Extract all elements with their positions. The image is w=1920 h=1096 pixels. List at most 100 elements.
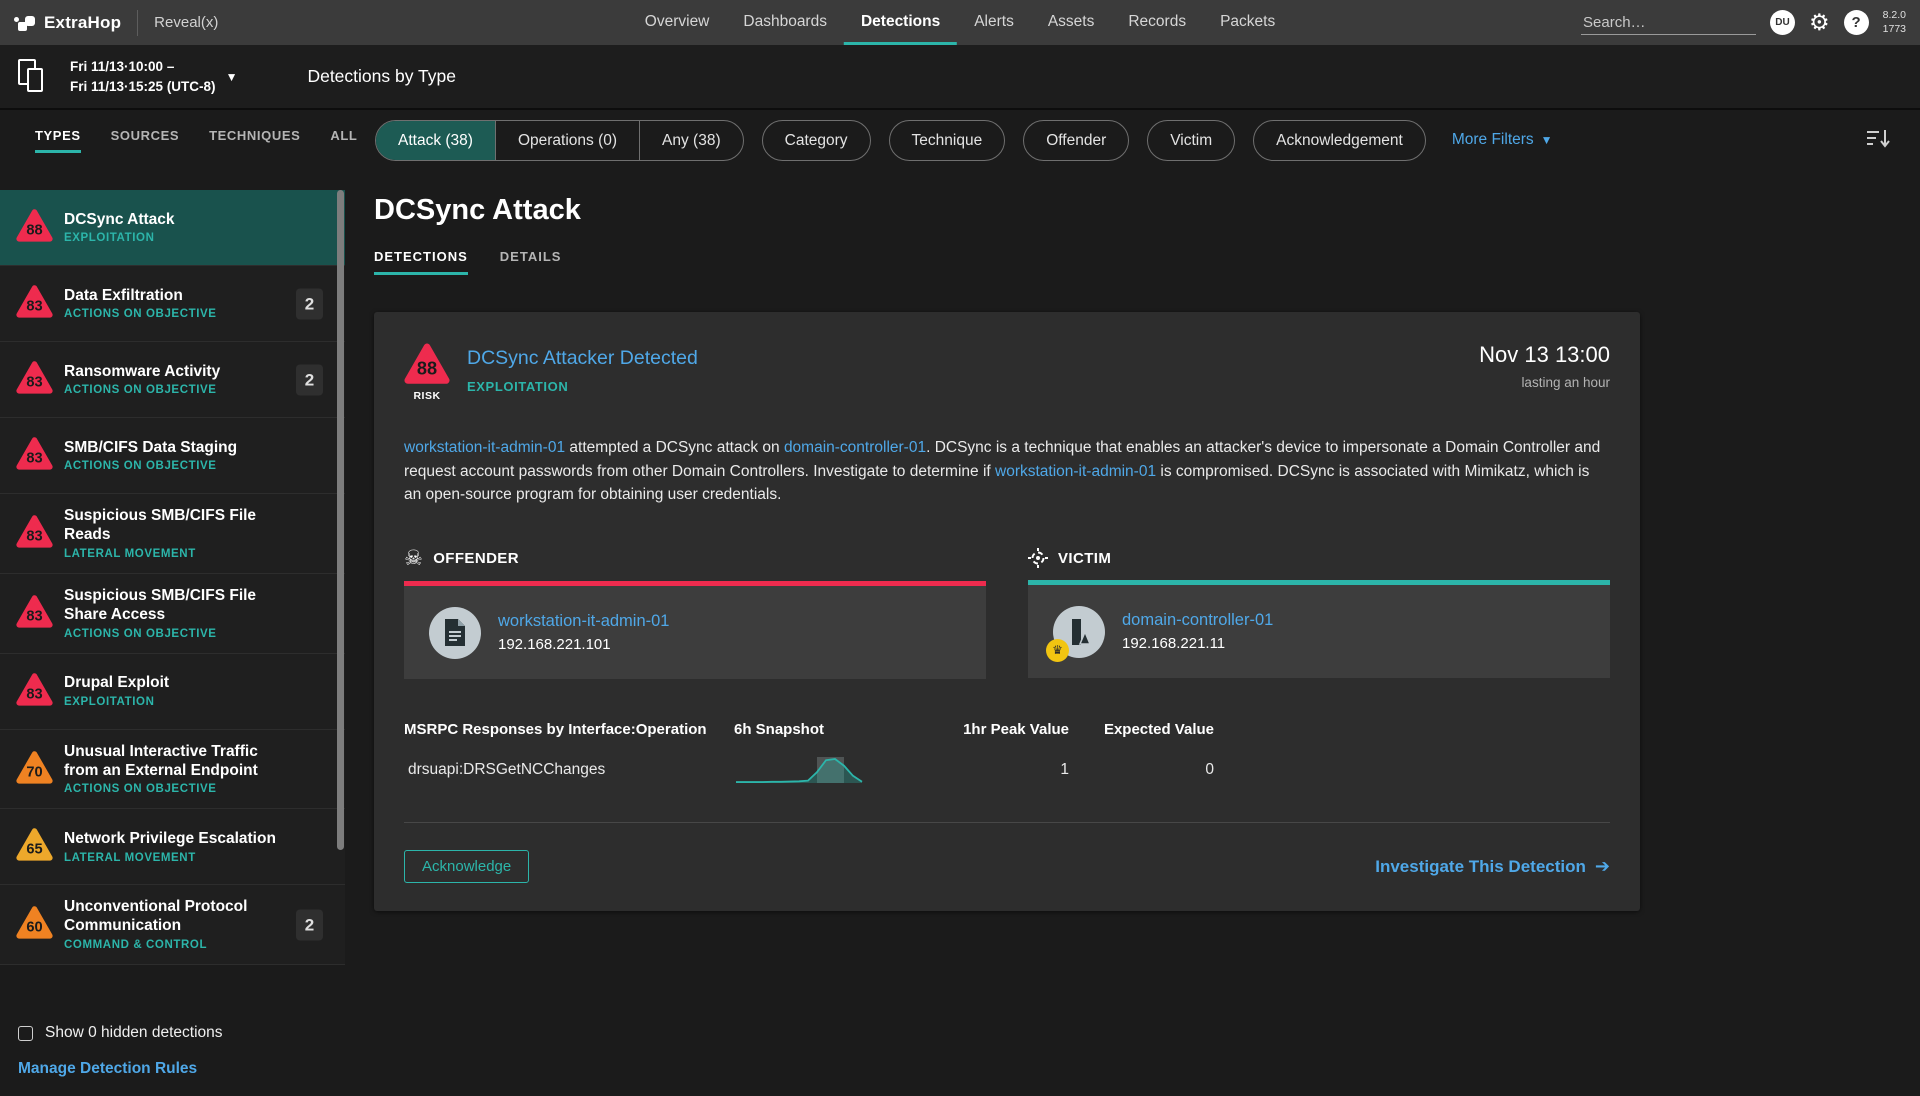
segment-any-38[interactable]: Any (38) (639, 120, 743, 160)
detection-row-text: Network Privilege Escalation LATERAL MOVE… (64, 830, 276, 864)
filter-button-victim[interactable]: Victim (1147, 119, 1236, 161)
asset-link-domain-controller-01[interactable]: domain-controller-01 (784, 439, 926, 456)
detection-row-category: ACTIONS ON OBJECTIVE (64, 627, 217, 640)
card-divider (404, 822, 1610, 824)
time-range-selector[interactable]: Fri 11/13·10:00 – Fri 11/13·15:25 (UTC-8… (70, 57, 237, 96)
detection-count-badge: 2 (296, 288, 323, 319)
risk-badge: 83 (16, 514, 53, 553)
sidebar-tab-sources[interactable]: SOURCES (111, 128, 180, 153)
filter-band: TYPES SOURCES TECHNIQUES ALL Attack (38) Ope… (0, 108, 1920, 170)
more-filters-button[interactable]: More Filters ▼ (1452, 131, 1553, 149)
time-range-text: Fri 11/13·10:00 – Fri 11/13·15:25 (UTC-8… (70, 58, 216, 94)
detection-description: workstation-it-admin-01 attempted a DCSy… (404, 439, 1601, 503)
detection-type-row-smb-cifs-data-staging[interactable]: 83 SMB/CIFS Data Staging ACTIONS ON OBJECT… (0, 418, 345, 494)
risk-badge: 83 (16, 672, 53, 711)
nav-item-dashboards[interactable]: Dashboards (726, 0, 844, 45)
asset-link-workstation-it-admin-01[interactable]: workstation-it-admin-01 (404, 439, 565, 456)
user-avatar[interactable]: DU (1770, 10, 1796, 35)
tab-detections[interactable]: DETECTIONS (374, 249, 468, 275)
sidebar-scrollbar[interactable] (337, 190, 344, 850)
acknowledge-button[interactable]: Acknowledge (404, 850, 530, 884)
detection-type-row-unusual-interactive-traffic-from-an-external-endpoint[interactable]: 70 Unusual Interactive Traffic from an Ex… (0, 729, 345, 810)
risk-badge: 88 (16, 208, 53, 247)
detection-row-text: DCSync Attack EXPLOITATION (64, 211, 175, 245)
manage-detection-rules-link[interactable]: Manage Detection Rules (18, 1060, 197, 1078)
filter-button-category[interactable]: Category (761, 119, 871, 161)
skull-crossbones-icon: ☠ (404, 547, 424, 571)
detection-time: Nov 13 13:00 (1479, 342, 1610, 367)
detection-type-row-suspicious-smb-cifs-file-share-access[interactable]: 83 Suspicious SMB/CIFS File Share Access A… (0, 573, 345, 654)
detection-row-title: SMB/CIFS Data Staging (64, 438, 238, 456)
detection-row-category: ACTIONS ON OBJECTIVE (64, 460, 217, 473)
show-hidden-checkbox-row[interactable]: Show 0 hidden detections (18, 1024, 327, 1042)
detection-category: EXPLOITATION (467, 379, 569, 394)
product-name: Reveal(x) (154, 14, 219, 31)
svg-text:83: 83 (26, 298, 42, 314)
risk-badge: 65 (16, 827, 53, 866)
detail-tabs: DETECTIONS DETAILS (374, 249, 1920, 275)
detection-detail-pane: DCSync Attack DETECTIONS DETAILS 88 RISK … (345, 170, 1920, 1096)
risk-label: RISK (413, 390, 441, 403)
detection-row-text: Suspicious SMB/CIFS File Share Access ACT… (64, 587, 293, 640)
detection-type-row-ransomware-activity[interactable]: 83 Ransomware Activity ACTIONS ON OBJECTIV… (0, 342, 345, 418)
search-input[interactable] (1581, 10, 1757, 35)
nav-item-assets[interactable]: Assets (1031, 0, 1112, 45)
metrics-column-expected-value: Expected Value (1103, 721, 1214, 739)
segment-operations-0[interactable]: Operations (0) (494, 120, 639, 160)
asset-link-workstation-it-admin-01[interactable]: workstation-it-admin-01 (995, 463, 1156, 480)
sidebar-tab-types[interactable]: TYPES (35, 128, 81, 153)
victim-asset-link[interactable]: domain-controller-01 (1122, 611, 1273, 630)
detection-type-row-network-privilege-escalation[interactable]: 65 Network Privilege Escalation LATERAL MO… (0, 809, 345, 886)
show-hidden-checkbox[interactable] (18, 1025, 33, 1041)
offender-label: OFFENDER (433, 550, 519, 568)
page-title: Detections by Type (307, 66, 456, 86)
document-icon (445, 618, 465, 646)
detection-row-category: ACTIONS ON OBJECTIVE (64, 308, 217, 321)
nav-item-packets[interactable]: Packets (1203, 0, 1292, 45)
detection-type-row-unconventional-protocol-communication[interactable]: 60 Unconventional Protocol Communication C… (0, 885, 345, 966)
filter-button-technique[interactable]: Technique (888, 119, 1006, 161)
svg-text:70: 70 (26, 764, 42, 780)
offender-asset-link[interactable]: workstation-it-admin-01 (498, 612, 669, 631)
nav-item-overview[interactable]: Overview (628, 0, 727, 45)
show-hidden-label: Show 0 hidden detections (45, 1024, 223, 1041)
filter-button-acknowledgement[interactable]: Acknowledgement (1253, 119, 1426, 161)
gear-icon[interactable]: ⚙ (1809, 11, 1830, 34)
risk-badge: 83 (16, 284, 53, 323)
detection-title-link[interactable]: DCSync Attacker Detected (467, 342, 698, 370)
detection-row-category: EXPLOITATION (64, 232, 155, 245)
detection-row-title: Network Privilege Escalation (64, 829, 276, 847)
risk-badge: 83 (16, 436, 53, 475)
offender-ip: 192.168.221.101 (498, 636, 611, 654)
svg-text:83: 83 (26, 686, 42, 702)
sub-header: Fri 11/13·10:00 – Fri 11/13·15:25 (UTC-8… (0, 45, 1920, 108)
detection-type-row-dcsync-attack[interactable]: 88 DCSync Attack EXPLOITATION (0, 190, 345, 266)
investigate-detection-link[interactable]: Investigate This Detection ➔ (1375, 856, 1610, 877)
metric-row: drsuapi:DRSGetNCChanges 1 0 (404, 754, 1610, 786)
detections-sidebar: 88 DCSync Attack EXPLOITATION 83 Data Exfilt… (0, 170, 345, 1096)
detection-card: 88 RISK DCSync Attacker Detected EXPLOIT… (374, 312, 1640, 912)
segment-attack-38[interactable]: Attack (38) (376, 120, 495, 160)
svg-text:88: 88 (417, 359, 437, 379)
extrahop-brand[interactable]: ExtraHop (14, 13, 121, 33)
detection-row-category: COMMAND & CONTROL (64, 939, 208, 952)
risk-badge: 70 (16, 750, 53, 789)
nav-item-alerts[interactable]: Alerts (957, 0, 1031, 45)
tab-details[interactable]: DETAILS (500, 249, 562, 275)
risk-badge: 83 (16, 594, 53, 633)
detection-row-text: Unconventional Protocol Communication COM… (64, 898, 293, 951)
sort-icon[interactable] (1866, 127, 1890, 154)
filter-button-offender[interactable]: Offender (1023, 119, 1130, 161)
sidebar-tab-all[interactable]: ALL (330, 128, 357, 153)
detection-type-row-data-exfiltration[interactable]: 83 Data Exfiltration ACTIONS ON OBJECTIVE 2 (0, 266, 345, 342)
nav-item-detections[interactable]: Detections (843, 0, 958, 45)
devices-icon[interactable] (18, 58, 48, 95)
risk-badge: 88 RISK (404, 342, 450, 402)
help-icon[interactable]: ? (1843, 10, 1869, 35)
nav-item-records[interactable]: Records (1111, 0, 1203, 45)
detection-type-row-drupal-exploit[interactable]: 83 Drupal Exploit EXPLOITATION (0, 653, 345, 730)
detection-type-row-suspicious-smb-cifs-file-reads[interactable]: 83 Suspicious SMB/CIFS File Reads LATERAL … (0, 494, 345, 574)
chevron-down-icon: ▼ (1540, 133, 1553, 147)
sidebar-tabs: TYPES SOURCES TECHNIQUES ALL (0, 128, 357, 153)
sidebar-tab-techniques[interactable]: TECHNIQUES (209, 128, 300, 153)
